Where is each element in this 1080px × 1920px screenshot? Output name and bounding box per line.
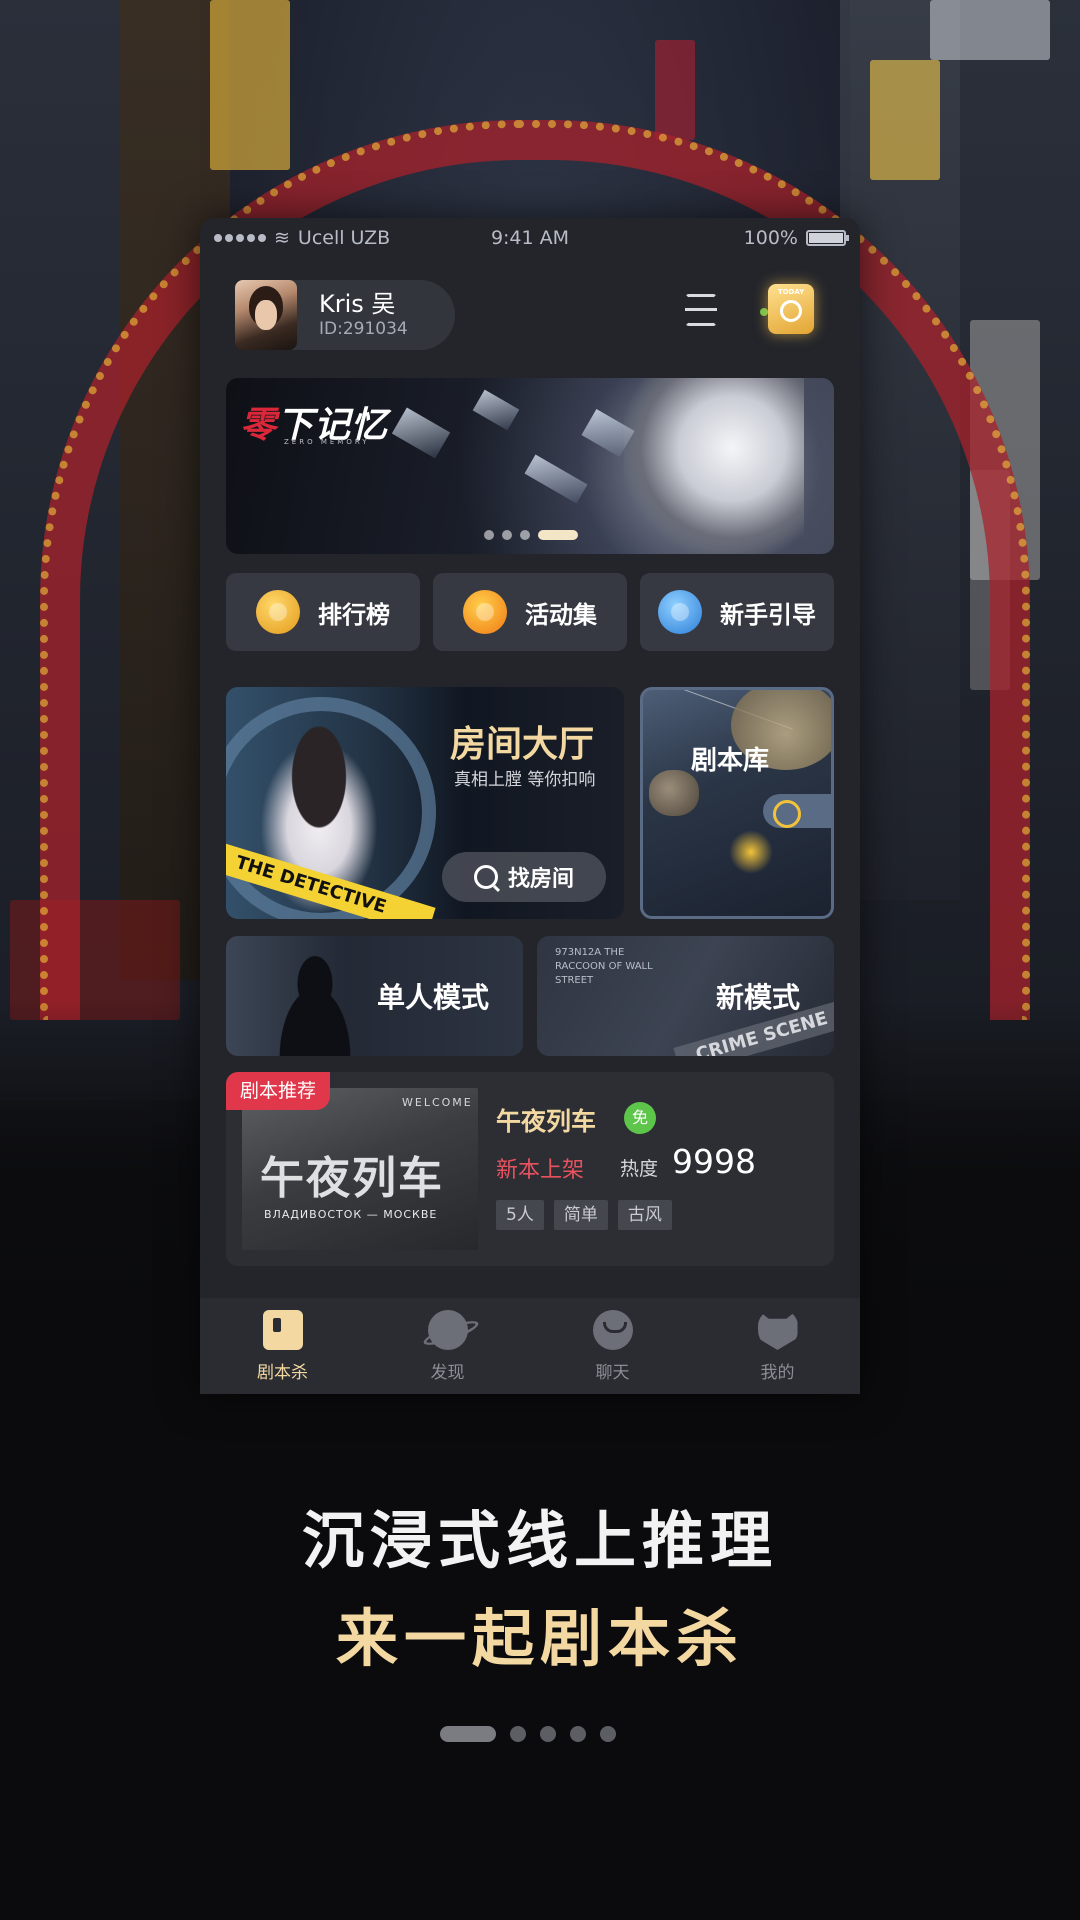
tab-discover-label: 发现 xyxy=(430,1363,465,1383)
room-hall-title: 房间大厅 xyxy=(450,724,595,765)
scan-icon[interactable] xyxy=(685,294,717,326)
avatar[interactable] xyxy=(235,280,297,350)
chat-icon xyxy=(592,1310,633,1350)
tab-me[interactable]: 我的 xyxy=(695,1298,860,1394)
player-count-chip: 5人 xyxy=(496,1200,544,1230)
glass-shard xyxy=(391,407,451,459)
pager-dot-active[interactable] xyxy=(538,530,578,540)
wifi-icon: ≋ xyxy=(274,227,290,249)
neon-sign xyxy=(210,0,290,170)
onboarding-dot[interactable] xyxy=(600,1726,616,1742)
guide-icon xyxy=(658,590,702,634)
tab-chat[interactable]: 聊天 xyxy=(530,1298,695,1394)
tab-script-label: 剧本杀 xyxy=(257,1363,308,1383)
mode-row: 单人模式 973N12A THE RACCOON OF WALL STREET … xyxy=(226,936,834,1056)
single-mode-label: 单人模式 xyxy=(376,981,489,1014)
script-library-title: 剧本库 xyxy=(691,746,770,776)
cover-title: 午夜列车 xyxy=(260,1153,444,1204)
banner-subtitle: ZERO MEMORY xyxy=(284,438,370,446)
signal-icon xyxy=(214,234,266,242)
ranking-label: 排行榜 xyxy=(318,600,390,629)
onboarding-dot[interactable] xyxy=(540,1726,556,1742)
events-button[interactable]: 活动集 xyxy=(433,573,627,651)
script-library-card[interactable]: 剧本库 xyxy=(640,687,834,919)
script-cover[interactable]: WELCOME 午夜列车 ВЛАДИВОСТОК — МОСКВЕ xyxy=(242,1088,478,1250)
calendar-check-icon: TODAY xyxy=(768,284,814,334)
gold-glow xyxy=(729,830,773,874)
onboarding-dot[interactable] xyxy=(510,1726,526,1742)
today-label: TODAY xyxy=(777,288,805,296)
user-name: Kris 吴 xyxy=(319,290,396,318)
new-mode-card[interactable]: 973N12A THE RACCOON OF WALL STREET CRIME… xyxy=(537,936,834,1056)
events-label: 活动集 xyxy=(525,600,597,629)
profile-card[interactable]: Kris 吴 ID:291034 xyxy=(235,280,455,350)
bottom-tab-bar: 剧本杀 发现 聊天 我的 xyxy=(200,1298,860,1394)
tab-chat-label: 聊天 xyxy=(595,1363,630,1383)
eye-icon xyxy=(763,794,831,828)
heat-value: 9998 xyxy=(672,1142,756,1181)
banner-pager xyxy=(484,530,578,540)
glass-shard xyxy=(524,454,588,504)
onboarding-pager xyxy=(440,1726,616,1742)
new-mode-label: 新模式 xyxy=(715,981,800,1014)
user-id: ID:291034 xyxy=(319,319,408,339)
new-release-label: 新本上架 xyxy=(496,1158,585,1183)
script-book-icon xyxy=(262,1310,303,1350)
guide-button[interactable]: 新手引导 xyxy=(640,573,834,651)
fire-icon xyxy=(463,590,507,634)
silhouette-illustration xyxy=(260,950,370,1056)
recommended-script-card[interactable]: WELCOME 午夜列车 ВЛАДИВОСТОК — МОСКВЕ 剧本推荐 午… xyxy=(226,1072,834,1266)
cat-mask-icon xyxy=(757,1310,798,1350)
script-title: 午夜列车 xyxy=(496,1107,597,1136)
status-bar: ≋ Ucell UZB 9:41 AM 100% xyxy=(200,218,860,258)
free-badge: 免 xyxy=(624,1102,656,1134)
cover-welcome: WELCOME xyxy=(402,1096,473,1109)
recommend-tag: 剧本推荐 xyxy=(226,1072,331,1110)
carrier-name: Ucell UZB xyxy=(297,227,391,249)
slogan-line-1: 沉浸式线上推理 xyxy=(301,1504,778,1577)
difficulty-chip: 简单 xyxy=(553,1200,608,1230)
pager-dot[interactable] xyxy=(520,530,530,540)
onboarding-dot-active[interactable] xyxy=(440,1726,496,1742)
trophy-icon xyxy=(256,590,300,634)
battery-percent: 100% xyxy=(743,227,798,249)
neon-sign xyxy=(870,60,940,180)
planet-icon xyxy=(427,1310,468,1350)
guide-label: 新手引导 xyxy=(720,600,816,629)
find-room-label: 找房间 xyxy=(507,867,574,892)
cover-subtitle: ВЛАДИВОСТОК — МОСКВЕ xyxy=(264,1208,438,1221)
banner-character xyxy=(624,378,804,554)
single-mode-card[interactable]: 单人模式 xyxy=(226,936,523,1056)
style-chip: 古风 xyxy=(617,1200,672,1230)
room-hall-card[interactable]: THE DETECTIVE 房间大厅 真相上膛 等你扣响 找房间 xyxy=(226,687,624,919)
slogan-line-2: 来一起剧本杀 xyxy=(335,1602,744,1675)
pager-dot[interactable] xyxy=(502,530,512,540)
phone-mockup: ≋ Ucell UZB 9:41 AM 100% Kris 吴 ID:29103… xyxy=(200,218,860,1394)
onboarding-dot[interactable] xyxy=(570,1726,586,1742)
ranking-button[interactable]: 排行榜 xyxy=(226,573,420,651)
case-note: 973N12A THE RACCOON OF WALL STREET xyxy=(555,947,653,986)
quick-actions: 排行榜 活动集 新手引导 xyxy=(226,573,834,651)
battery-icon xyxy=(806,230,849,246)
promo-banner[interactable]: 零下记忆 ZERO MEMORY xyxy=(226,378,834,554)
search-icon xyxy=(473,865,498,889)
glass-shard xyxy=(472,389,520,431)
pager-dot[interactable] xyxy=(484,530,494,540)
find-room-button[interactable]: 找房间 xyxy=(442,852,606,902)
tab-discover[interactable]: 发现 xyxy=(365,1298,530,1394)
daily-checkin-button[interactable]: TODAY xyxy=(760,280,824,344)
tab-script[interactable]: 剧本杀 xyxy=(200,1298,365,1394)
script-tags: 5人 简单 古风 xyxy=(496,1200,672,1230)
notification-dot xyxy=(760,308,768,316)
tab-me-label: 我的 xyxy=(760,1363,795,1383)
heat-label: 热度 xyxy=(620,1158,659,1180)
profile-header: Kris 吴 ID:291034 TODAY xyxy=(200,258,860,368)
neon-sign xyxy=(655,40,695,140)
room-hall-subtitle: 真相上膛 等你扣响 xyxy=(454,770,596,790)
neon-sign xyxy=(930,0,1050,60)
